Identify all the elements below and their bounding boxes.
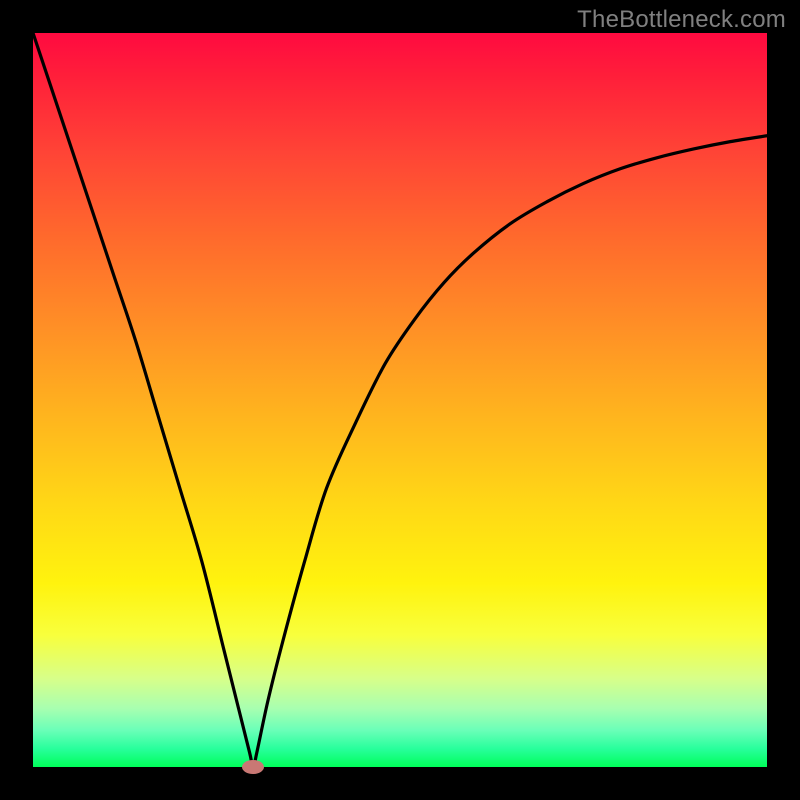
curve-svg [33, 33, 767, 767]
watermark-text: TheBottleneck.com [577, 6, 786, 34]
plot-area [33, 33, 767, 767]
bottleneck-curve [33, 33, 767, 767]
bottleneck-chart: TheBottleneck.com [0, 0, 800, 800]
min-point-marker [242, 760, 264, 774]
